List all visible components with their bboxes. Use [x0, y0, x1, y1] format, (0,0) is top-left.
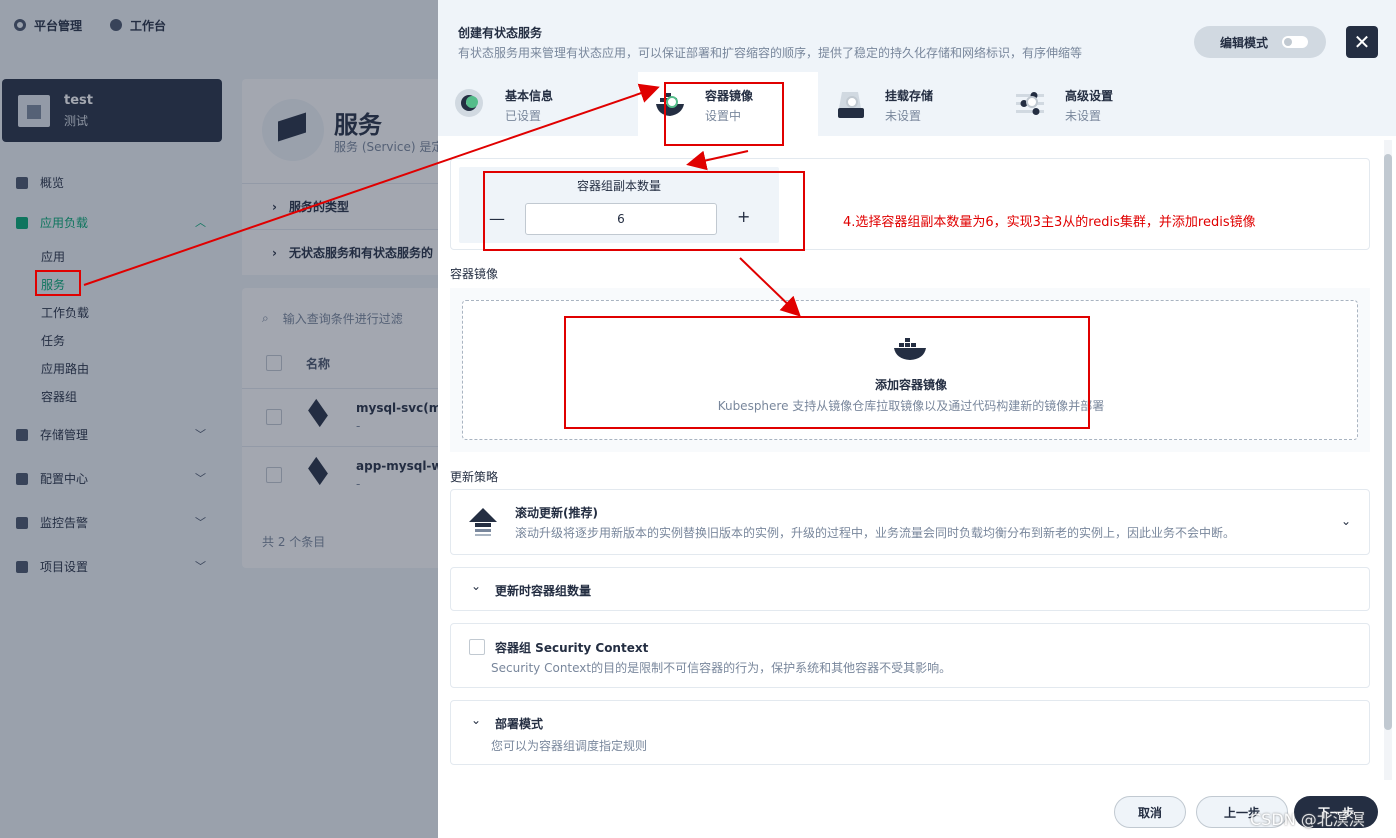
security-title: 容器组 Security Context: [495, 641, 649, 655]
rolling-update-card[interactable]: 滚动更新(推荐) 滚动升级将逐步用新版本的实例替换旧版本的实例，升级的过程中，业…: [450, 489, 1370, 555]
close-icon: ✕: [1353, 30, 1371, 54]
security-context-checkbox[interactable]: [469, 639, 485, 655]
annotation-box-image: [564, 316, 1090, 429]
chevron-down-icon: ⌄: [471, 713, 482, 727]
cancel-button[interactable]: 取消: [1114, 796, 1186, 828]
rolling-desc: 滚动升级将逐步用新版本的实例替换旧版本的实例，升级的过程中，业务流量会同时负载均…: [515, 526, 1236, 540]
tab-mount-storage[interactable]: 挂载存储 未设置: [818, 72, 998, 136]
modal-header: 创建有状态服务 有状态服务用来管理有状态应用，可以保证部署和扩容缩容的顺序，提供…: [438, 0, 1396, 72]
step-status: 已设置: [505, 109, 542, 123]
close-button[interactable]: ✕: [1346, 26, 1378, 58]
modal-desc: 有状态服务用来管理有状态应用，可以保证部署和扩容缩容的顺序，提供了稳定的持久化存…: [458, 46, 1083, 60]
image-section-label: 容器镜像: [450, 267, 499, 281]
rolling-title: 滚动更新(推荐): [515, 506, 598, 520]
annotation-box-replica: [483, 171, 805, 251]
step-tabs: 基本信息 已设置 容器镜像 设置中 挂载存储 未设置 高级设置 未设置: [438, 72, 1396, 136]
tab-advanced-settings[interactable]: 高级设置 未设置: [998, 72, 1178, 136]
status-pending-icon: [1026, 96, 1038, 108]
update-section-label: 更新策略: [450, 470, 499, 484]
step-status: 未设置: [1065, 109, 1102, 123]
annotation-text: 4.选择容器组副本数量为6，实现3主3从的redis集群，并添加redis镜像: [843, 215, 1256, 230]
tab-basic-info[interactable]: 基本信息 已设置: [438, 72, 618, 136]
deploy-desc: 您可以为容器组调度指定规则: [491, 739, 648, 753]
security-desc: Security Context的目的是限制不可信容器的行为，保护系统和其他容器…: [491, 661, 952, 675]
modal-title: 创建有状态服务: [458, 26, 543, 40]
edit-mode-toggle[interactable]: 编辑模式: [1194, 26, 1326, 58]
edit-mode-label: 编辑模式: [1220, 35, 1269, 50]
chevron-down-icon[interactable]: ⌄: [1341, 514, 1351, 528]
annotation-box-step: [664, 82, 784, 146]
step-label: 基本信息: [505, 89, 554, 103]
step-label: 高级设置: [1065, 89, 1114, 103]
watermark: CSDN @北溟溟: [1250, 810, 1365, 829]
deploy-title: 部署模式: [495, 717, 544, 731]
chevron-down-icon: ⌄: [471, 579, 482, 593]
deploy-mode-card[interactable]: ⌄ 部署模式 您可以为容器组调度指定规则: [450, 700, 1370, 765]
security-context-card[interactable]: 容器组 Security Context Security Context的目的…: [450, 623, 1370, 688]
modal-backdrop: [0, 0, 438, 838]
step-label: 挂载存储: [885, 89, 934, 103]
update-count-card[interactable]: ⌄ 更新时容器组数量: [450, 567, 1370, 611]
scrollbar[interactable]: [1384, 140, 1392, 780]
upload-arrow-icon: [469, 508, 497, 536]
status-done-icon: [466, 96, 478, 108]
annotation-box-service: [35, 270, 81, 296]
toggle-switch: [1282, 36, 1309, 48]
step-status: 未设置: [885, 109, 922, 123]
update-count-title: 更新时容器组数量: [495, 584, 592, 598]
status-pending-icon: [846, 96, 858, 108]
scrollbar-thumb[interactable]: [1384, 154, 1392, 730]
